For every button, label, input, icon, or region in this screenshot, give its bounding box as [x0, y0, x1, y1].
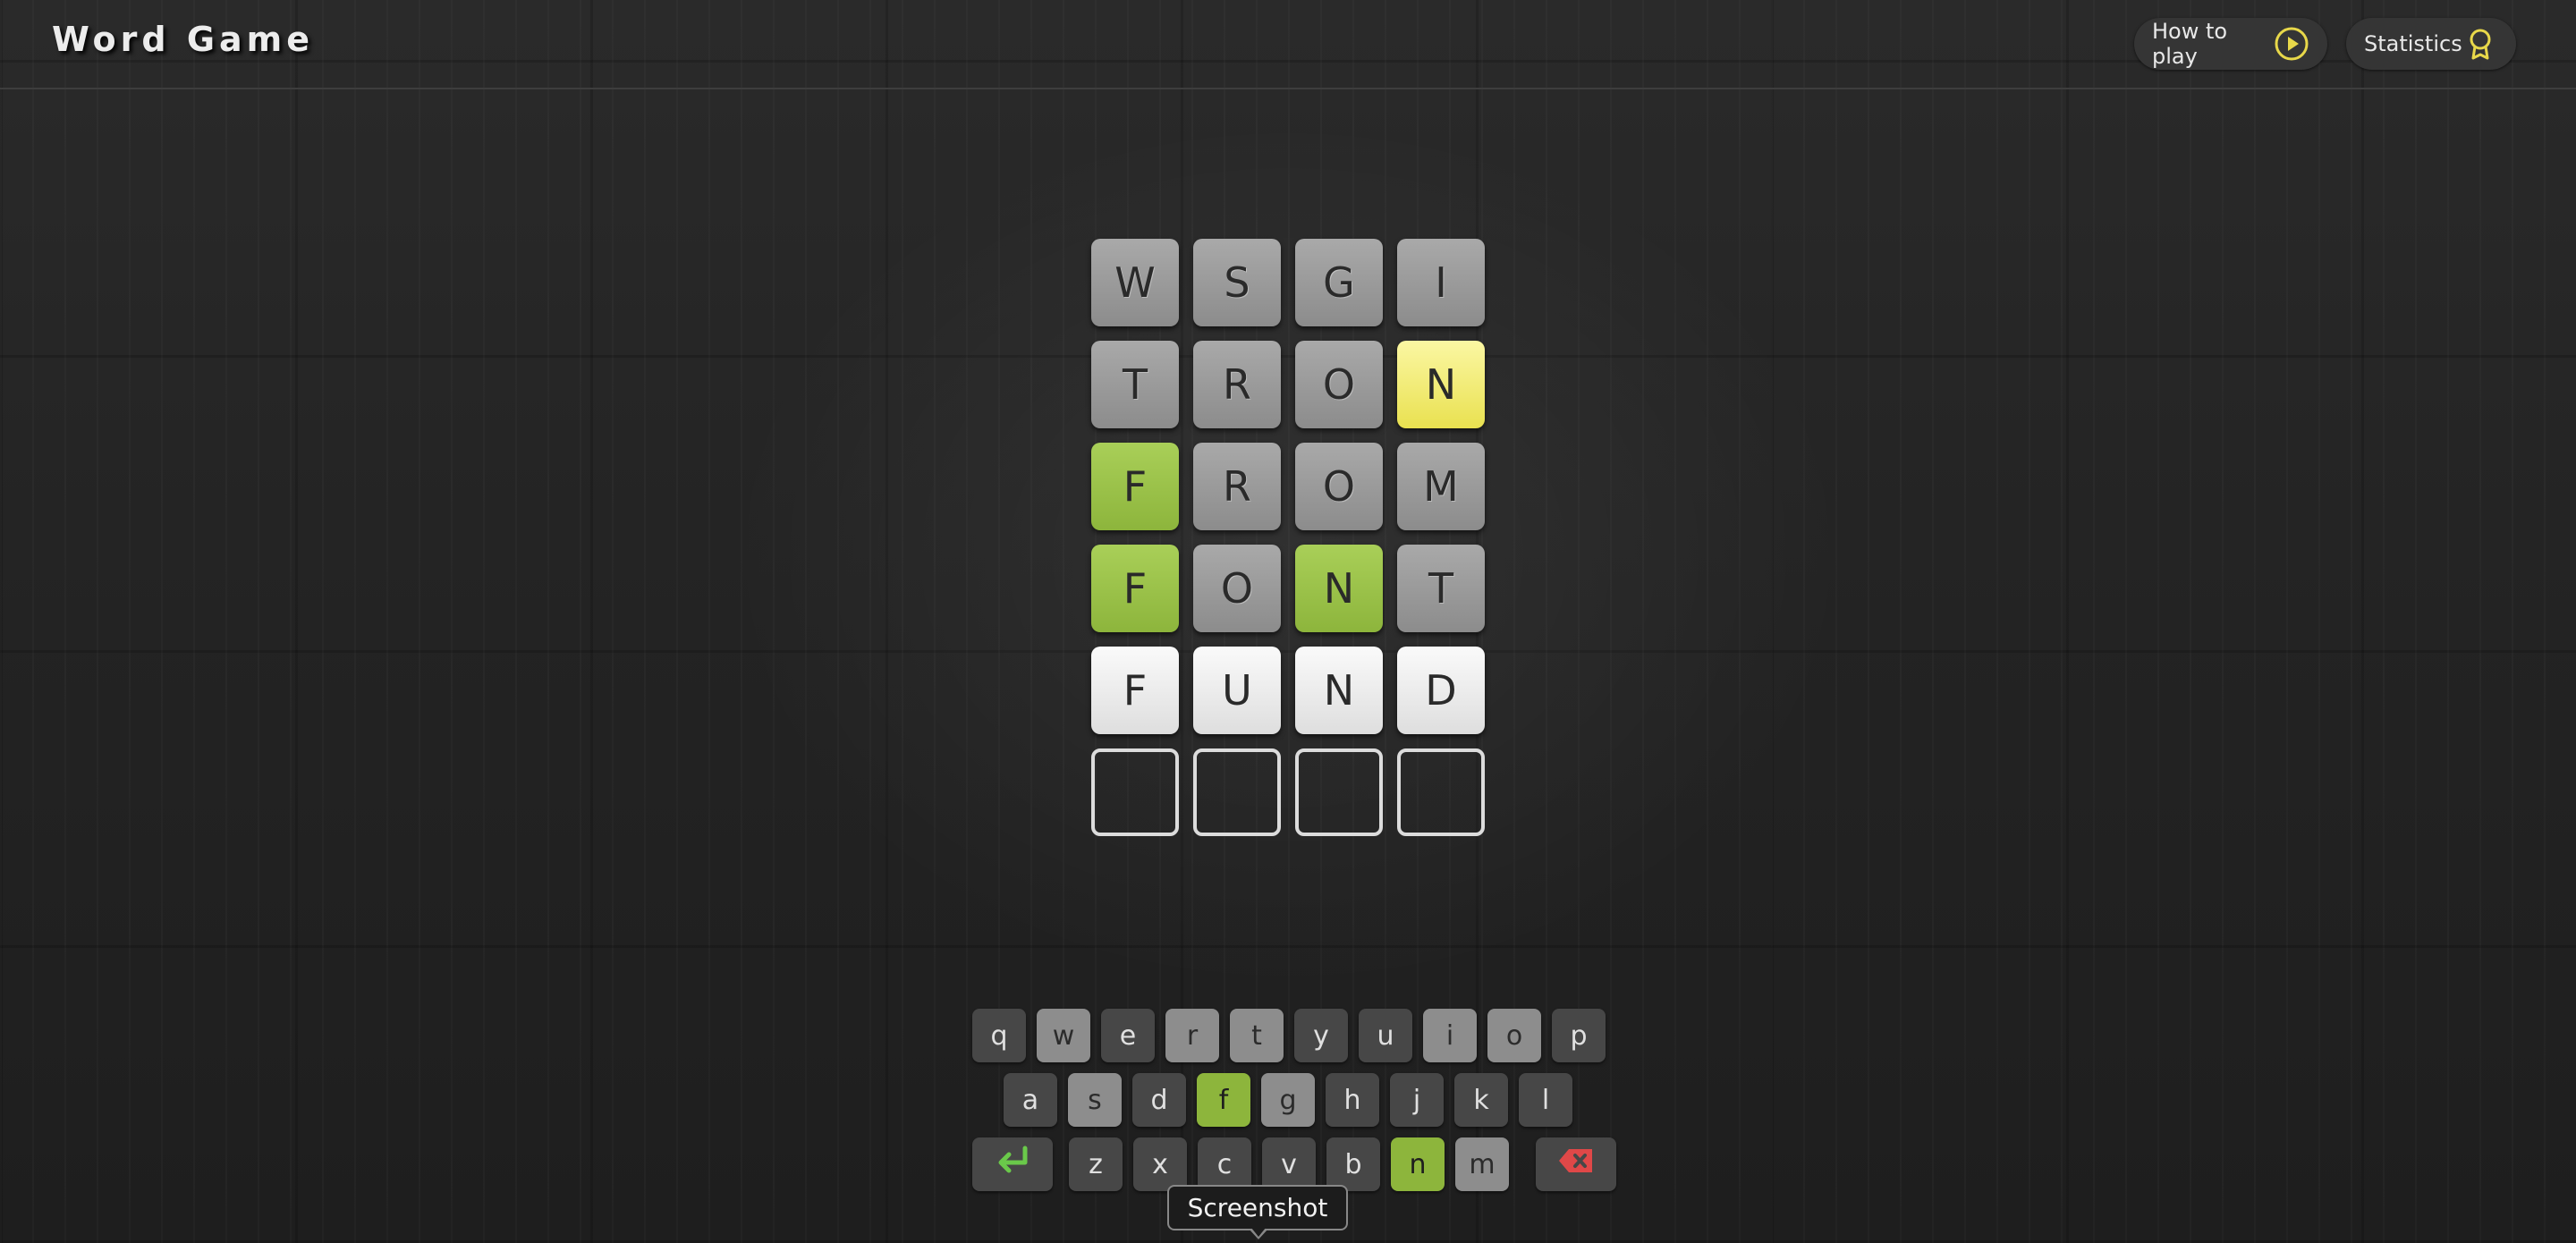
- letter-tile: W: [1091, 239, 1179, 326]
- key-b[interactable]: b: [1326, 1137, 1380, 1191]
- header-bar: Word Game How to play Statistics: [0, 0, 2576, 89]
- key-k[interactable]: k: [1454, 1073, 1508, 1127]
- tooltip-pointer-fill: [1251, 1228, 1266, 1237]
- key-m[interactable]: m: [1455, 1137, 1509, 1191]
- empty-tile: [1193, 748, 1281, 836]
- statistics-button[interactable]: Statistics: [2346, 18, 2516, 70]
- letter-tile: N: [1295, 647, 1383, 734]
- key-t[interactable]: t: [1230, 1009, 1284, 1062]
- key-e[interactable]: e: [1101, 1009, 1155, 1062]
- statistics-label: Statistics: [2364, 31, 2462, 56]
- key-p[interactable]: p: [1552, 1009, 1606, 1062]
- key-f[interactable]: f: [1197, 1073, 1250, 1127]
- empty-tile: [1295, 748, 1383, 836]
- how-to-play-label: How to play: [2152, 19, 2228, 69]
- key-o[interactable]: o: [1487, 1009, 1541, 1062]
- key-l[interactable]: l: [1519, 1073, 1572, 1127]
- letter-tile: R: [1193, 443, 1281, 530]
- app-title: Word Game: [52, 20, 315, 59]
- letter-tile: O: [1193, 545, 1281, 632]
- key-g[interactable]: g: [1261, 1073, 1315, 1127]
- empty-tile: [1397, 748, 1485, 836]
- key-a[interactable]: a: [1004, 1073, 1057, 1127]
- letter-tile: U: [1193, 647, 1281, 734]
- how-to-play-button[interactable]: How to play: [2134, 18, 2327, 70]
- award-ribbon-icon: [2462, 26, 2498, 62]
- letter-tile: F: [1091, 443, 1179, 530]
- enter-key[interactable]: [972, 1137, 1053, 1191]
- key-r[interactable]: r: [1165, 1009, 1219, 1062]
- letter-tile: D: [1397, 647, 1485, 734]
- letter-tile: T: [1091, 341, 1179, 428]
- key-i[interactable]: i: [1423, 1009, 1477, 1062]
- key-u[interactable]: u: [1359, 1009, 1412, 1062]
- backspace-icon: [1556, 1146, 1596, 1182]
- play-circle-icon: [2274, 26, 2309, 62]
- key-s[interactable]: s: [1068, 1073, 1122, 1127]
- letter-tile: N: [1397, 341, 1485, 428]
- enter-icon: [993, 1145, 1032, 1184]
- letter-tile: I: [1397, 239, 1485, 326]
- key-v[interactable]: v: [1262, 1137, 1316, 1191]
- key-q[interactable]: q: [972, 1009, 1026, 1062]
- key-c[interactable]: c: [1198, 1137, 1251, 1191]
- letter-tile: M: [1397, 443, 1485, 530]
- key-h[interactable]: h: [1326, 1073, 1379, 1127]
- letter-tile: N: [1295, 545, 1383, 632]
- key-d[interactable]: d: [1132, 1073, 1186, 1127]
- letter-tile: F: [1091, 545, 1179, 632]
- key-y[interactable]: y: [1294, 1009, 1348, 1062]
- key-j[interactable]: j: [1390, 1073, 1444, 1127]
- key-x[interactable]: x: [1133, 1137, 1187, 1191]
- screenshot-tooltip: Screenshot: [1167, 1185, 1348, 1230]
- key-z[interactable]: z: [1069, 1137, 1123, 1191]
- letter-tile: O: [1295, 443, 1383, 530]
- letter-tile: S: [1193, 239, 1281, 326]
- backspace-key[interactable]: [1536, 1137, 1616, 1191]
- key-w[interactable]: w: [1037, 1009, 1090, 1062]
- letter-tile: T: [1397, 545, 1485, 632]
- letter-tile: G: [1295, 239, 1383, 326]
- letter-tile: F: [1091, 647, 1179, 734]
- key-n[interactable]: n: [1391, 1137, 1445, 1191]
- letter-tile: R: [1193, 341, 1281, 428]
- empty-tile: [1091, 748, 1179, 836]
- letter-tile: O: [1295, 341, 1383, 428]
